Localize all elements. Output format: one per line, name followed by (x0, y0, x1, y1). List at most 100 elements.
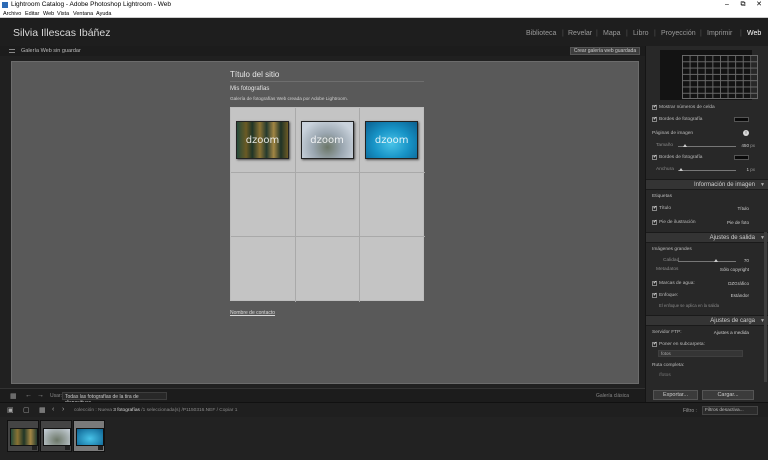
border-color-swatch[interactable] (734, 117, 749, 122)
caption-row[interactable]: Pie de ilustración Pie de foto (646, 219, 768, 228)
photo-borders-row[interactable]: Bordes de fotografía (646, 116, 768, 125)
menu-vista[interactable]: Vista (57, 11, 69, 17)
grid-view-icon[interactable]: ▦ (10, 392, 17, 400)
arrow-left-icon[interactable]: ← (25, 392, 32, 399)
grid-cell[interactable]: dzoom (295, 108, 361, 173)
sharpen-row[interactable]: Enfoque: Estándor (646, 292, 768, 301)
module-libro[interactable]: Libro (633, 30, 649, 37)
quality-value[interactable]: 70 (744, 258, 749, 263)
module-separator: | (626, 30, 628, 37)
menu-ayuda[interactable]: Ayuda (96, 11, 112, 17)
module-imprimir[interactable]: Imprimir (707, 30, 732, 37)
filmstrip-thumbnail[interactable] (40, 420, 72, 452)
slider-knob-icon[interactable] (679, 168, 683, 171)
back-arrow-icon[interactable]: ‹ (52, 406, 54, 413)
module-separator: | (596, 30, 598, 37)
filmstrip-thumbnail-selected[interactable] (73, 420, 105, 452)
border-color-swatch[interactable] (734, 155, 749, 160)
checkbox-icon[interactable] (652, 205, 657, 211)
close-icon[interactable]: ✕ (752, 0, 766, 10)
watermark-select[interactable]: DZGráfico (728, 281, 749, 286)
filter-select[interactable]: Filtros desactiva... (702, 406, 758, 415)
grid-cell[interactable]: dzoom (360, 108, 425, 173)
secondary-window-icon[interactable]: ▢ (23, 406, 30, 414)
watermark-text: dzoom (374, 135, 409, 146)
section-title: Información de imagen (693, 182, 755, 188)
module-biblioteca[interactable]: Biblioteca (526, 30, 556, 37)
slider-knob-icon[interactable] (683, 144, 687, 147)
grid-cell (231, 172, 296, 238)
width-slider[interactable] (678, 170, 736, 171)
collapse-triangle-icon[interactable]: ▼ (760, 182, 765, 188)
arrow-right-icon[interactable]: → (37, 392, 44, 399)
metadata-select[interactable]: Sólo copyright (720, 267, 749, 272)
forward-arrow-icon[interactable]: › (62, 406, 64, 413)
collection-description[interactable]: Galería de fotografías Web creada por Ad… (230, 96, 348, 101)
menu-editar[interactable]: Editar (25, 11, 39, 17)
image-borders-label: Bordes de fotografía (659, 155, 703, 160)
size-slider-row[interactable]: Tamaño 450 px (646, 142, 768, 151)
module-proyeccion[interactable]: Proyección (661, 30, 696, 37)
subfolder-input[interactable]: fotos (658, 350, 743, 357)
filmstrip-thumbnail[interactable] (7, 420, 39, 452)
checkbox-icon[interactable] (652, 116, 657, 122)
upload-button[interactable]: Cargar... (702, 390, 754, 400)
menu-handle-icon[interactable] (9, 49, 15, 53)
title-row[interactable]: Título Título (646, 205, 768, 214)
panel-scrollbar[interactable] (764, 232, 767, 382)
checkbox-icon[interactable] (652, 219, 657, 225)
width-value[interactable]: 1 (746, 167, 749, 172)
width-slider-row[interactable]: Anchura 1 px (646, 166, 768, 175)
menu-web[interactable]: Web (43, 11, 54, 17)
checkbox-icon[interactable] (652, 280, 657, 286)
minimize-icon[interactable]: – (720, 0, 734, 10)
checkbox-icon[interactable] (652, 341, 657, 347)
metadata-row[interactable]: Metadatos Sólo copyright (646, 266, 768, 275)
layout-grid-preview[interactable] (682, 55, 758, 99)
title-label: Título (659, 206, 671, 211)
contact-name-link[interactable]: Nombre de contacto (230, 310, 275, 316)
site-title[interactable]: Título del sitio (230, 70, 279, 79)
filter-label: Filtro : (683, 408, 697, 414)
create-saved-gallery-button[interactable]: Crear galería web guardada (570, 47, 640, 55)
menu-archivo[interactable]: Archivo (3, 11, 21, 17)
use-source-select[interactable]: Todas las fotografías de la tira de diap… (62, 392, 167, 406)
gallery-thumbnail[interactable]: dzoom (300, 121, 354, 159)
show-cell-numbers-row[interactable]: Mostrar números de celda (646, 104, 768, 113)
quality-slider[interactable] (678, 261, 736, 262)
gallery-thumbnail[interactable]: dzoom (365, 121, 419, 159)
collection-title[interactable]: Mis fotografías (230, 86, 269, 92)
ftp-server-row[interactable]: Servidor FTP: Ajustes a medida (646, 329, 768, 338)
show-cell-numbers-label: Mostrar números de celda (659, 105, 715, 110)
checkbox-icon[interactable] (652, 154, 657, 160)
output-settings-section-header[interactable]: Ajustes de salida ▼ (646, 232, 768, 243)
checkbox-icon[interactable] (652, 104, 657, 110)
export-button[interactable]: Exportar... (653, 390, 698, 400)
quality-slider-row[interactable]: Calidad 70 (646, 257, 768, 266)
upload-settings-section-header[interactable]: Ajustes de carga ▼ (646, 315, 768, 326)
grid-cell[interactable]: dzoom (231, 108, 296, 173)
grid-icon[interactable]: ▦ (39, 406, 46, 414)
image-info-section-header[interactable]: Información de imagen ▼ (646, 179, 768, 190)
slider-knob-icon[interactable] (714, 259, 718, 262)
sharpen-select[interactable]: Estándor (731, 293, 749, 298)
full-path-row: Ruta completa: (646, 362, 768, 371)
maximize-icon[interactable]: ⧉ (736, 0, 750, 10)
module-revelar[interactable]: Revelar (568, 30, 592, 37)
gallery-thumbnail[interactable]: dzoom (236, 121, 289, 159)
caption-value-select[interactable]: Pie de foto (727, 220, 749, 225)
title-value-select[interactable]: Título (738, 206, 750, 211)
module-mapa[interactable]: Mapa (603, 30, 621, 37)
module-web[interactable]: Web (747, 30, 761, 37)
filmstrip-source-info[interactable]: colección : Nueva 3 fotografías /1 selec… (74, 408, 237, 413)
subfolder-row[interactable]: Poner en subcarpeta: (646, 341, 768, 350)
ftp-server-select[interactable]: Ajustes a medida (714, 330, 749, 335)
watermark-row[interactable]: Marcas de agua: DZGráfico (646, 280, 768, 289)
gallery-preview[interactable]: Título del sitio Mis fotografías Galería… (11, 61, 639, 384)
primary-window-icon[interactable]: ▣ (7, 406, 14, 414)
image-borders-row[interactable]: Bordes de fotografía (646, 154, 768, 163)
subfolder-field-row[interactable]: fotos (646, 350, 768, 359)
size-value[interactable]: 450 (741, 143, 749, 148)
menu-ventana[interactable]: Ventana (73, 11, 93, 17)
checkbox-icon[interactable] (652, 292, 657, 298)
